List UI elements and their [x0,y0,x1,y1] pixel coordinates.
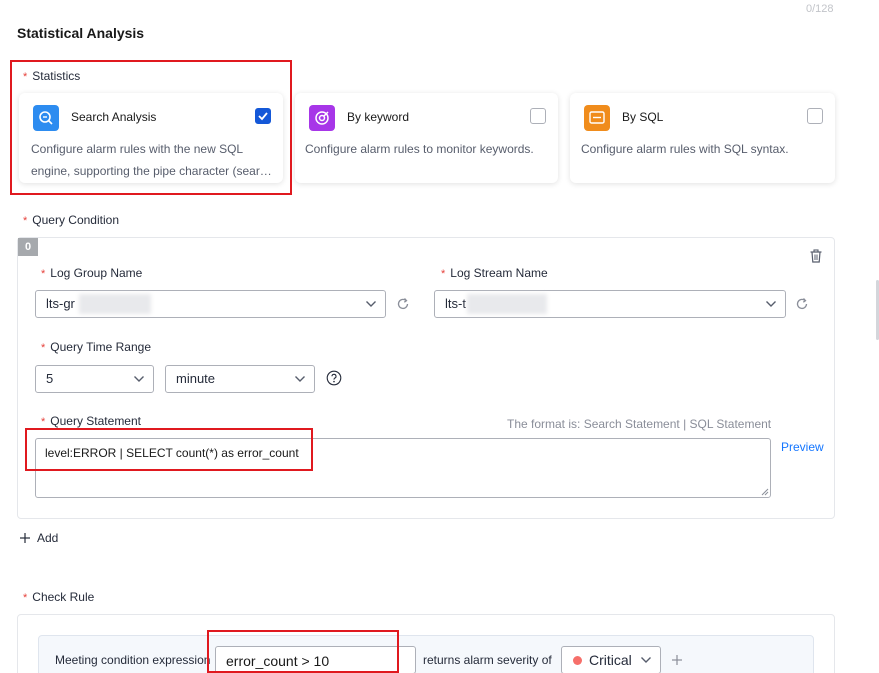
trash-icon[interactable] [808,248,824,264]
redacted-value [79,294,151,314]
log-group-select[interactable]: lts-gr [35,290,386,318]
highlight-box-expression [207,630,399,673]
required-asterisk: * [41,342,46,354]
refresh-log-group-icon[interactable] [396,297,410,311]
by-keyword-checkbox[interactable] [530,108,546,124]
add-label: Add [37,531,59,545]
log-stream-value: lts-t [445,296,466,311]
log-stream-select[interactable]: lts-t [434,290,786,318]
time-value: 5 [46,371,54,386]
required-asterisk: * [41,416,46,428]
option-card-by-sql[interactable]: By SQL Configure alarm rules with SQL sy… [570,93,835,183]
option-description: Configure alarm rules with SQL syntax. [581,142,789,156]
time-unit: minute [176,371,216,386]
highlight-box-statement [25,428,313,471]
chevron-down-icon [366,301,376,307]
chevron-down-icon [766,301,776,307]
required-asterisk: * [23,215,28,227]
severity-dot [573,656,582,665]
character-counter: 0/128 [806,3,834,15]
add-severity-plus-icon[interactable] [671,654,683,666]
section-title: Statistical Analysis [17,25,145,41]
log-stream-label: * Log Stream Name [441,266,548,280]
resize-handle-icon[interactable] [761,488,769,496]
condition-index-tag: 0 [18,238,38,256]
target-icon [309,105,335,131]
refresh-log-stream-icon[interactable] [795,297,809,311]
required-asterisk: * [23,592,28,604]
chevron-down-icon [134,376,144,382]
format-hint: The format is: Search Statement | SQL St… [507,417,772,431]
preview-link[interactable]: Preview [781,440,824,454]
query-condition-label: * Query Condition [23,213,119,227]
sql-icon [584,105,610,131]
plus-icon [20,533,30,543]
severity-value: Critical [589,652,632,668]
time-value-select[interactable]: 5 [35,365,154,393]
meeting-condition-label: Meeting condition expression [55,653,211,667]
chevron-down-icon [295,376,305,382]
option-name: By keyword [347,110,410,124]
check-rule-label: * Check Rule [23,590,95,604]
query-statement-label: * Query Statement [41,414,141,428]
redacted-value [467,294,547,314]
option-name: By SQL [622,110,664,124]
query-time-range-label: * Query Time Range [41,340,151,354]
by-sql-checkbox[interactable] [807,108,823,124]
option-description: Configure alarm rules to monitor keyword… [305,142,534,156]
help-icon[interactable] [326,370,342,386]
add-condition-button[interactable]: Add [19,531,79,547]
option-card-by-keyword[interactable]: By keyword Configure alarm rules to moni… [295,93,558,183]
required-asterisk: * [441,268,446,280]
required-asterisk: * [41,268,46,280]
returns-severity-label: returns alarm severity of [423,653,552,667]
time-unit-select[interactable]: minute [165,365,315,393]
log-group-label: * Log Group Name [41,266,143,280]
highlight-box-statistics [10,60,292,195]
log-group-value: lts-gr [46,296,75,311]
chevron-down-icon [641,657,651,663]
severity-select[interactable]: Critical [561,646,661,673]
